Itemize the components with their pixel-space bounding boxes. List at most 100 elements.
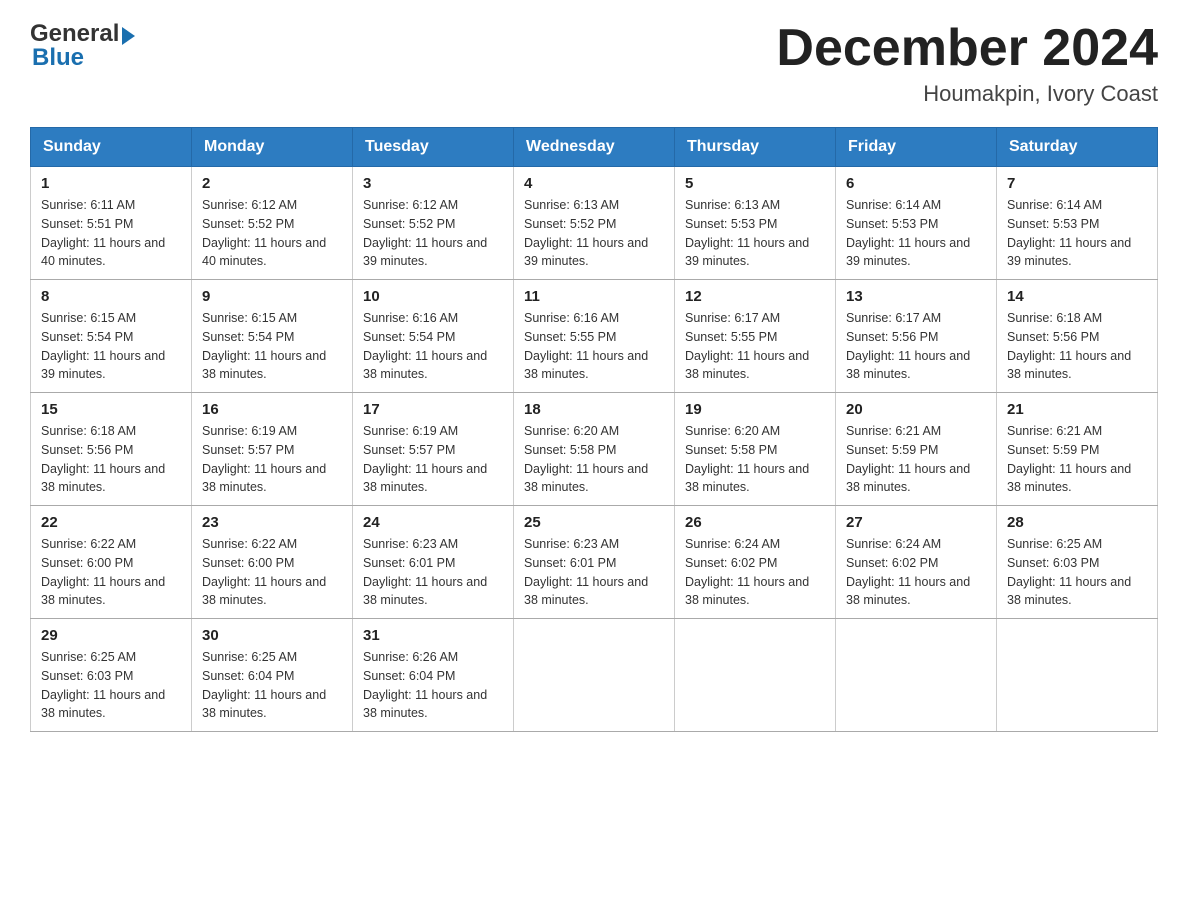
- calendar-week-row: 22 Sunrise: 6:22 AM Sunset: 6:00 PM Dayl…: [31, 506, 1158, 619]
- table-row: 25 Sunrise: 6:23 AM Sunset: 6:01 PM Dayl…: [514, 506, 675, 619]
- day-info: Sunrise: 6:15 AM Sunset: 5:54 PM Dayligh…: [202, 309, 342, 384]
- day-number: 16: [202, 401, 342, 418]
- day-info: Sunrise: 6:25 AM Sunset: 6:04 PM Dayligh…: [202, 648, 342, 723]
- page-header: General Blue December 2024 Houmakpin, Iv…: [30, 20, 1158, 107]
- day-info: Sunrise: 6:14 AM Sunset: 5:53 PM Dayligh…: [1007, 196, 1147, 271]
- day-info: Sunrise: 6:12 AM Sunset: 5:52 PM Dayligh…: [202, 196, 342, 271]
- title-section: December 2024 Houmakpin, Ivory Coast: [776, 20, 1158, 107]
- day-number: 17: [363, 401, 503, 418]
- day-number: 19: [685, 401, 825, 418]
- calendar-header-row: Sunday Monday Tuesday Wednesday Thursday…: [31, 128, 1158, 167]
- table-row: 29 Sunrise: 6:25 AM Sunset: 6:03 PM Dayl…: [31, 619, 192, 732]
- table-row: 24 Sunrise: 6:23 AM Sunset: 6:01 PM Dayl…: [353, 506, 514, 619]
- day-number: 8: [41, 288, 181, 305]
- calendar-week-row: 29 Sunrise: 6:25 AM Sunset: 6:03 PM Dayl…: [31, 619, 1158, 732]
- day-number: 10: [363, 288, 503, 305]
- table-row: 1 Sunrise: 6:11 AM Sunset: 5:51 PM Dayli…: [31, 167, 192, 280]
- table-row: 17 Sunrise: 6:19 AM Sunset: 5:57 PM Dayl…: [353, 393, 514, 506]
- day-number: 11: [524, 288, 664, 305]
- table-row: 5 Sunrise: 6:13 AM Sunset: 5:53 PM Dayli…: [675, 167, 836, 280]
- table-row: 9 Sunrise: 6:15 AM Sunset: 5:54 PM Dayli…: [192, 280, 353, 393]
- logo-blue-text: Blue: [30, 44, 84, 72]
- table-row: 4 Sunrise: 6:13 AM Sunset: 5:52 PM Dayli…: [514, 167, 675, 280]
- day-info: Sunrise: 6:17 AM Sunset: 5:56 PM Dayligh…: [846, 309, 986, 384]
- table-row: 23 Sunrise: 6:22 AM Sunset: 6:00 PM Dayl…: [192, 506, 353, 619]
- day-number: 31: [363, 627, 503, 644]
- table-row: 6 Sunrise: 6:14 AM Sunset: 5:53 PM Dayli…: [836, 167, 997, 280]
- day-info: Sunrise: 6:19 AM Sunset: 5:57 PM Dayligh…: [202, 422, 342, 497]
- day-number: 5: [685, 175, 825, 192]
- table-row: 18 Sunrise: 6:20 AM Sunset: 5:58 PM Dayl…: [514, 393, 675, 506]
- day-info: Sunrise: 6:17 AM Sunset: 5:55 PM Dayligh…: [685, 309, 825, 384]
- table-row: 27 Sunrise: 6:24 AM Sunset: 6:02 PM Dayl…: [836, 506, 997, 619]
- day-info: Sunrise: 6:20 AM Sunset: 5:58 PM Dayligh…: [524, 422, 664, 497]
- day-number: 6: [846, 175, 986, 192]
- day-number: 15: [41, 401, 181, 418]
- day-info: Sunrise: 6:23 AM Sunset: 6:01 PM Dayligh…: [524, 535, 664, 610]
- day-number: 7: [1007, 175, 1147, 192]
- day-info: Sunrise: 6:19 AM Sunset: 5:57 PM Dayligh…: [363, 422, 503, 497]
- table-row: 26 Sunrise: 6:24 AM Sunset: 6:02 PM Dayl…: [675, 506, 836, 619]
- table-row: 8 Sunrise: 6:15 AM Sunset: 5:54 PM Dayli…: [31, 280, 192, 393]
- table-row: [836, 619, 997, 732]
- day-info: Sunrise: 6:15 AM Sunset: 5:54 PM Dayligh…: [41, 309, 181, 384]
- table-row: 19 Sunrise: 6:20 AM Sunset: 5:58 PM Dayl…: [675, 393, 836, 506]
- table-row: 14 Sunrise: 6:18 AM Sunset: 5:56 PM Dayl…: [997, 280, 1158, 393]
- col-thursday: Thursday: [675, 128, 836, 167]
- table-row: 13 Sunrise: 6:17 AM Sunset: 5:56 PM Dayl…: [836, 280, 997, 393]
- day-info: Sunrise: 6:16 AM Sunset: 5:54 PM Dayligh…: [363, 309, 503, 384]
- day-number: 24: [363, 514, 503, 531]
- day-info: Sunrise: 6:24 AM Sunset: 6:02 PM Dayligh…: [846, 535, 986, 610]
- calendar-week-row: 15 Sunrise: 6:18 AM Sunset: 5:56 PM Dayl…: [31, 393, 1158, 506]
- col-sunday: Sunday: [31, 128, 192, 167]
- day-number: 23: [202, 514, 342, 531]
- day-number: 2: [202, 175, 342, 192]
- day-info: Sunrise: 6:18 AM Sunset: 5:56 PM Dayligh…: [1007, 309, 1147, 384]
- table-row: [514, 619, 675, 732]
- day-number: 21: [1007, 401, 1147, 418]
- day-info: Sunrise: 6:25 AM Sunset: 6:03 PM Dayligh…: [1007, 535, 1147, 610]
- table-row: 7 Sunrise: 6:14 AM Sunset: 5:53 PM Dayli…: [997, 167, 1158, 280]
- day-number: 14: [1007, 288, 1147, 305]
- day-info: Sunrise: 6:13 AM Sunset: 5:52 PM Dayligh…: [524, 196, 664, 271]
- day-number: 30: [202, 627, 342, 644]
- calendar-table: Sunday Monday Tuesday Wednesday Thursday…: [30, 127, 1158, 732]
- table-row: 16 Sunrise: 6:19 AM Sunset: 5:57 PM Dayl…: [192, 393, 353, 506]
- day-info: Sunrise: 6:25 AM Sunset: 6:03 PM Dayligh…: [41, 648, 181, 723]
- day-number: 18: [524, 401, 664, 418]
- day-number: 26: [685, 514, 825, 531]
- table-row: [675, 619, 836, 732]
- month-title: December 2024: [776, 20, 1158, 77]
- day-info: Sunrise: 6:12 AM Sunset: 5:52 PM Dayligh…: [363, 196, 503, 271]
- table-row: 20 Sunrise: 6:21 AM Sunset: 5:59 PM Dayl…: [836, 393, 997, 506]
- table-row: 31 Sunrise: 6:26 AM Sunset: 6:04 PM Dayl…: [353, 619, 514, 732]
- day-info: Sunrise: 6:26 AM Sunset: 6:04 PM Dayligh…: [363, 648, 503, 723]
- day-number: 25: [524, 514, 664, 531]
- table-row: 3 Sunrise: 6:12 AM Sunset: 5:52 PM Dayli…: [353, 167, 514, 280]
- day-number: 28: [1007, 514, 1147, 531]
- day-info: Sunrise: 6:21 AM Sunset: 5:59 PM Dayligh…: [846, 422, 986, 497]
- day-number: 12: [685, 288, 825, 305]
- location: Houmakpin, Ivory Coast: [776, 81, 1158, 107]
- day-info: Sunrise: 6:22 AM Sunset: 6:00 PM Dayligh…: [202, 535, 342, 610]
- day-number: 22: [41, 514, 181, 531]
- day-info: Sunrise: 6:18 AM Sunset: 5:56 PM Dayligh…: [41, 422, 181, 497]
- logo-arrow-icon: [122, 27, 135, 45]
- table-row: 12 Sunrise: 6:17 AM Sunset: 5:55 PM Dayl…: [675, 280, 836, 393]
- day-info: Sunrise: 6:23 AM Sunset: 6:01 PM Dayligh…: [363, 535, 503, 610]
- day-info: Sunrise: 6:22 AM Sunset: 6:00 PM Dayligh…: [41, 535, 181, 610]
- calendar-week-row: 1 Sunrise: 6:11 AM Sunset: 5:51 PM Dayli…: [31, 167, 1158, 280]
- table-row: 2 Sunrise: 6:12 AM Sunset: 5:52 PM Dayli…: [192, 167, 353, 280]
- day-info: Sunrise: 6:20 AM Sunset: 5:58 PM Dayligh…: [685, 422, 825, 497]
- col-tuesday: Tuesday: [353, 128, 514, 167]
- day-number: 9: [202, 288, 342, 305]
- table-row: 30 Sunrise: 6:25 AM Sunset: 6:04 PM Dayl…: [192, 619, 353, 732]
- day-number: 4: [524, 175, 664, 192]
- col-friday: Friday: [836, 128, 997, 167]
- day-info: Sunrise: 6:21 AM Sunset: 5:59 PM Dayligh…: [1007, 422, 1147, 497]
- day-number: 27: [846, 514, 986, 531]
- day-info: Sunrise: 6:13 AM Sunset: 5:53 PM Dayligh…: [685, 196, 825, 271]
- table-row: 21 Sunrise: 6:21 AM Sunset: 5:59 PM Dayl…: [997, 393, 1158, 506]
- logo: General Blue: [30, 20, 135, 72]
- day-info: Sunrise: 6:14 AM Sunset: 5:53 PM Dayligh…: [846, 196, 986, 271]
